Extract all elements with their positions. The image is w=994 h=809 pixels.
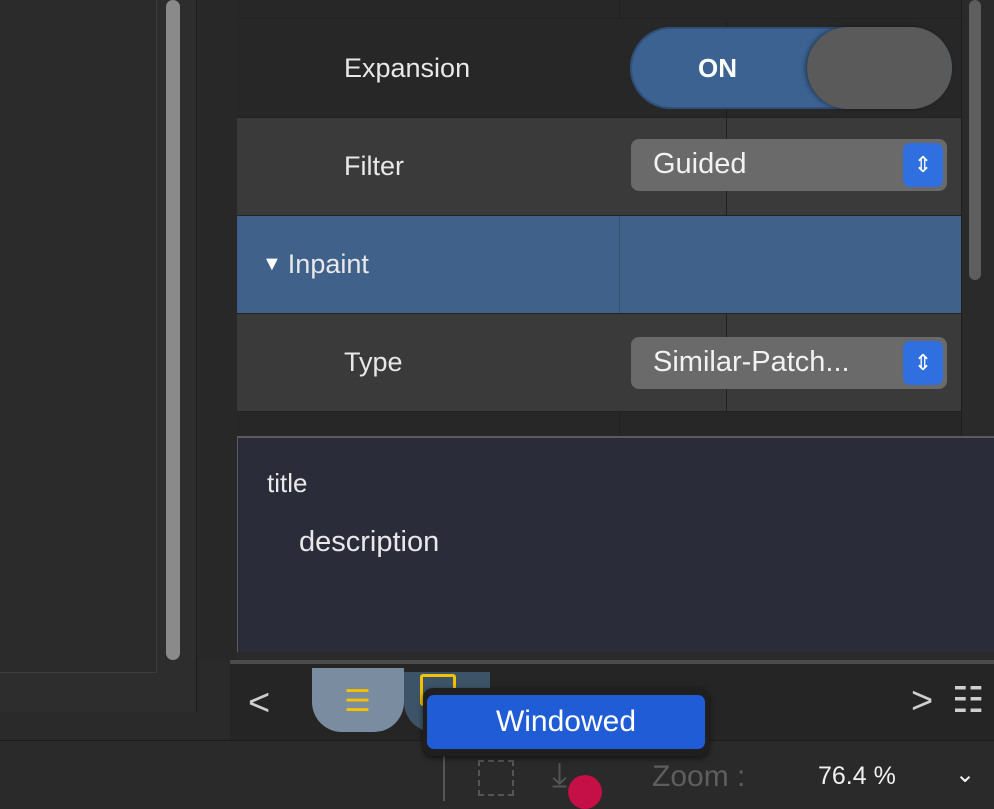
table-row-partial xyxy=(237,412,961,437)
property-table: Expansion ON Filter Guided ⇕ ▼ Inpaint T… xyxy=(237,0,961,437)
left-panel-scrollbar[interactable] xyxy=(166,0,180,660)
updown-arrows-icon: ⇕ xyxy=(903,340,943,385)
tooltip-text: Windowed xyxy=(427,695,705,749)
table-row-expansion: Expansion ON xyxy=(237,19,961,118)
description-title: title xyxy=(267,468,308,498)
list-icon: ☰ xyxy=(344,685,371,718)
toggle-on-label: ON xyxy=(698,53,737,83)
filter-select-value: Guided xyxy=(653,148,747,180)
table-row-partial xyxy=(237,0,961,19)
download-icon[interactable]: ⤓ xyxy=(552,756,567,795)
toggle-knob xyxy=(807,27,952,109)
chevron-left-icon[interactable]: < xyxy=(248,682,270,725)
description-panel: title description xyxy=(237,436,994,652)
table-row-type: Type Similar-Patch... ⇕ xyxy=(237,314,961,412)
fullscreen-icon[interactable] xyxy=(478,760,514,796)
filter-select[interactable]: Guided ⇕ xyxy=(631,138,947,191)
expansion-toggle[interactable]: ON xyxy=(630,27,952,109)
inpaint-group-label: Inpaint xyxy=(287,249,369,279)
table-row-inpaint[interactable]: ▼ Inpaint xyxy=(237,216,961,314)
zoom-value[interactable]: 76.4 % xyxy=(818,762,896,791)
updown-arrows-icon: ⇕ xyxy=(903,142,943,187)
type-select[interactable]: Similar-Patch... ⇕ xyxy=(631,336,947,389)
table-scrollbar-thumb[interactable] xyxy=(969,0,981,280)
disclosure-triangle-icon[interactable]: ▼ xyxy=(262,253,282,276)
zoom-label: Zoom : xyxy=(652,760,746,793)
list-options-icon[interactable]: ☷ xyxy=(952,679,984,721)
cursor-indicator xyxy=(568,775,602,809)
left-panel-content xyxy=(0,0,157,673)
chevron-right-icon[interactable]: > xyxy=(911,680,933,723)
status-separator xyxy=(443,754,445,801)
panel-divider xyxy=(197,0,237,660)
chevron-down-icon[interactable]: ⌄ xyxy=(955,760,975,789)
tooltip: Windowed xyxy=(423,688,709,756)
type-select-value: Similar-Patch... xyxy=(653,346,850,378)
description-body: description xyxy=(299,526,440,558)
table-row-filter: Filter Guided ⇕ xyxy=(237,118,961,216)
